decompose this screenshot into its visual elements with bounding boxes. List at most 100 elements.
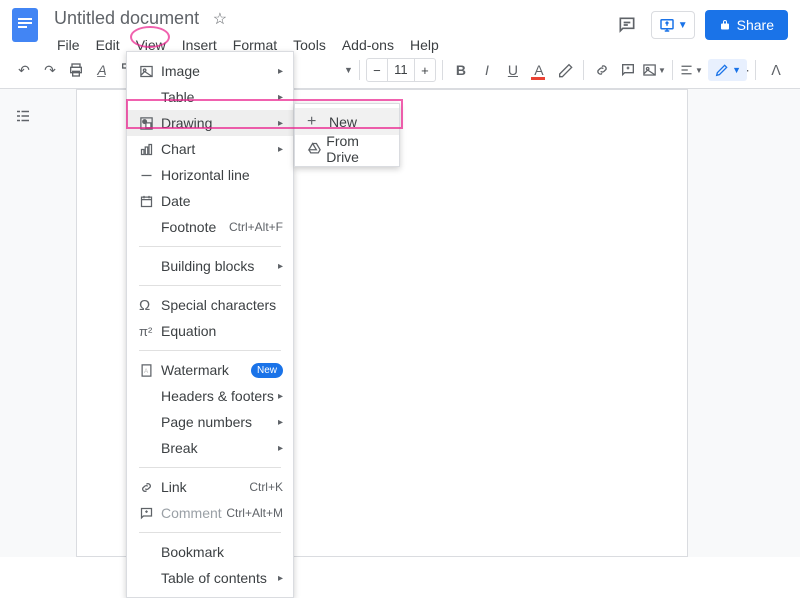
comment-icon: [139, 506, 161, 521]
toolbar: ↶ ↷ A̲ ▼ − 11 + B I U A ▼ ▼ ⋯ ▼: [0, 52, 800, 89]
insert-menu-equation[interactable]: π²Equation: [127, 318, 293, 344]
submenu-arrow-icon: ▸: [278, 118, 283, 129]
plus-icon: +: [307, 113, 329, 131]
insert-menu-bookmark[interactable]: Bookmark: [127, 539, 293, 565]
menu-item-label: Building blocks: [161, 258, 278, 274]
redo-icon[interactable]: ↷: [38, 58, 62, 82]
menu-item-label: Horizontal line: [161, 167, 283, 183]
insert-menu-date[interactable]: Date: [127, 188, 293, 214]
insert-menu-table[interactable]: Table▸: [127, 84, 293, 110]
insert-menu-drawing[interactable]: Drawing▸: [127, 110, 293, 136]
chevron-down-icon[interactable]: ▼: [344, 65, 353, 75]
font-size-increase[interactable]: +: [415, 59, 435, 81]
app-header: Untitled document ☆ File Edit View Inser…: [0, 0, 800, 52]
menu-shortcut: Ctrl+Alt+M: [226, 506, 283, 520]
align-icon[interactable]: ▼: [679, 58, 703, 82]
new-badge: New: [251, 363, 283, 378]
menu-item-label: Bookmark: [161, 544, 283, 560]
menu-item-label: Date: [161, 193, 283, 209]
link-icon[interactable]: [590, 58, 614, 82]
insert-menu-footnote[interactable]: FootnoteCtrl+Alt+F: [127, 214, 293, 240]
menu-item-label: Table of contents: [161, 570, 278, 586]
doc-title[interactable]: Untitled document: [50, 6, 203, 31]
submenu-arrow-icon: ▸: [278, 391, 283, 402]
font-size-control: − 11 +: [366, 58, 436, 82]
comments-icon[interactable]: [613, 11, 641, 39]
insert-menu-break[interactable]: Break▸: [127, 435, 293, 461]
drawing-submenu-new[interactable]: +New: [295, 108, 399, 135]
menu-item-label: Footnote: [161, 219, 229, 235]
submenu-arrow-icon: ▸: [278, 417, 283, 428]
print-icon[interactable]: [64, 58, 88, 82]
font-size-value[interactable]: 11: [387, 59, 415, 81]
star-icon[interactable]: ☆: [213, 11, 227, 28]
insert-menu-horizontal-line[interactable]: Horizontal line: [127, 162, 293, 188]
menu-item-label: Headers & footers: [161, 388, 278, 404]
submenu-label: New: [329, 114, 357, 130]
italic-icon[interactable]: I: [475, 58, 499, 82]
image-icon[interactable]: ▼: [642, 58, 666, 82]
insert-menu-watermark[interactable]: A WatermarkNew: [127, 357, 293, 383]
menu-item-label: Chart: [161, 141, 278, 157]
submenu-arrow-icon: ▸: [278, 261, 283, 272]
submenu-arrow-icon: ▸: [278, 573, 283, 584]
date-icon: [139, 194, 161, 209]
outline-panel: [0, 89, 46, 557]
omega-icon: Ω: [139, 297, 161, 314]
share-button[interactable]: Share: [705, 10, 788, 40]
menu-item-label: Link: [161, 479, 249, 495]
menu-shortcut: Ctrl+Alt+F: [229, 220, 283, 234]
docs-logo[interactable]: [12, 8, 38, 42]
menu-shortcut: Ctrl+K: [249, 480, 283, 494]
menu-item-label: Watermark: [161, 362, 251, 378]
menu-item-label: Special characters: [161, 297, 283, 313]
workspace: [0, 89, 800, 557]
insert-menu-table-of-contents[interactable]: Table of contents▸: [127, 565, 293, 591]
editing-mode-button[interactable]: ▼: [708, 59, 747, 81]
menu-item-label: Comment: [161, 505, 226, 521]
image-icon: [139, 64, 161, 79]
menu-separator: [139, 285, 281, 286]
font-size-decrease[interactable]: −: [367, 59, 387, 81]
drawing-submenu-from-drive[interactable]: From Drive: [295, 135, 399, 162]
insert-menu-headers-footers[interactable]: Headers & footers▸: [127, 383, 293, 409]
insert-menu-image[interactable]: Image▸: [127, 58, 293, 84]
link-icon: [139, 480, 161, 495]
svg-text:A: A: [144, 368, 149, 375]
insert-menu-building-blocks[interactable]: Building blocks▸: [127, 253, 293, 279]
submenu-arrow-icon: ▸: [278, 66, 283, 77]
insert-menu-special-characters[interactable]: ΩSpecial characters: [127, 292, 293, 318]
insert-menu-chart[interactable]: Chart▸: [127, 136, 293, 162]
menu-item-label: Image: [161, 63, 278, 79]
menu-item-label: Equation: [161, 323, 283, 339]
drive-icon: [307, 141, 326, 156]
insert-menu-page-numbers[interactable]: Page numbers▸: [127, 409, 293, 435]
highlight-icon[interactable]: [553, 58, 577, 82]
insert-dropdown: Image▸Table▸Drawing▸Chart▸Horizontal lin…: [126, 51, 294, 598]
submenu-arrow-icon: ▸: [278, 92, 283, 103]
insert-menu-comment: CommentCtrl+Alt+M: [127, 500, 293, 526]
chart-icon: [139, 142, 161, 157]
undo-icon[interactable]: ↶: [12, 58, 36, 82]
insert-menu-link[interactable]: LinkCtrl+K: [127, 474, 293, 500]
submenu-label: From Drive: [326, 133, 387, 165]
present-button[interactable]: ▼: [651, 11, 695, 39]
text-color-icon[interactable]: A: [527, 58, 551, 82]
menu-item-label: Page numbers: [161, 414, 278, 430]
drawing-submenu: +NewFrom Drive: [294, 103, 400, 167]
menu-item-label: Break: [161, 440, 278, 456]
underline-icon[interactable]: U: [501, 58, 525, 82]
outline-icon[interactable]: [14, 107, 32, 557]
collapse-icon[interactable]: ᐱ: [764, 58, 788, 82]
menu-item-label: Table: [161, 89, 278, 105]
header-actions: ▼ Share: [613, 10, 788, 40]
comment-icon[interactable]: [616, 58, 640, 82]
share-label: Share: [737, 17, 774, 33]
watermark-icon: A: [139, 363, 161, 378]
submenu-arrow-icon: ▸: [278, 443, 283, 454]
menu-separator: [139, 532, 281, 533]
pi-icon: π²: [139, 324, 161, 339]
bold-icon[interactable]: B: [449, 58, 473, 82]
hline-icon: [139, 168, 161, 183]
spellcheck-icon[interactable]: A̲: [90, 58, 114, 82]
